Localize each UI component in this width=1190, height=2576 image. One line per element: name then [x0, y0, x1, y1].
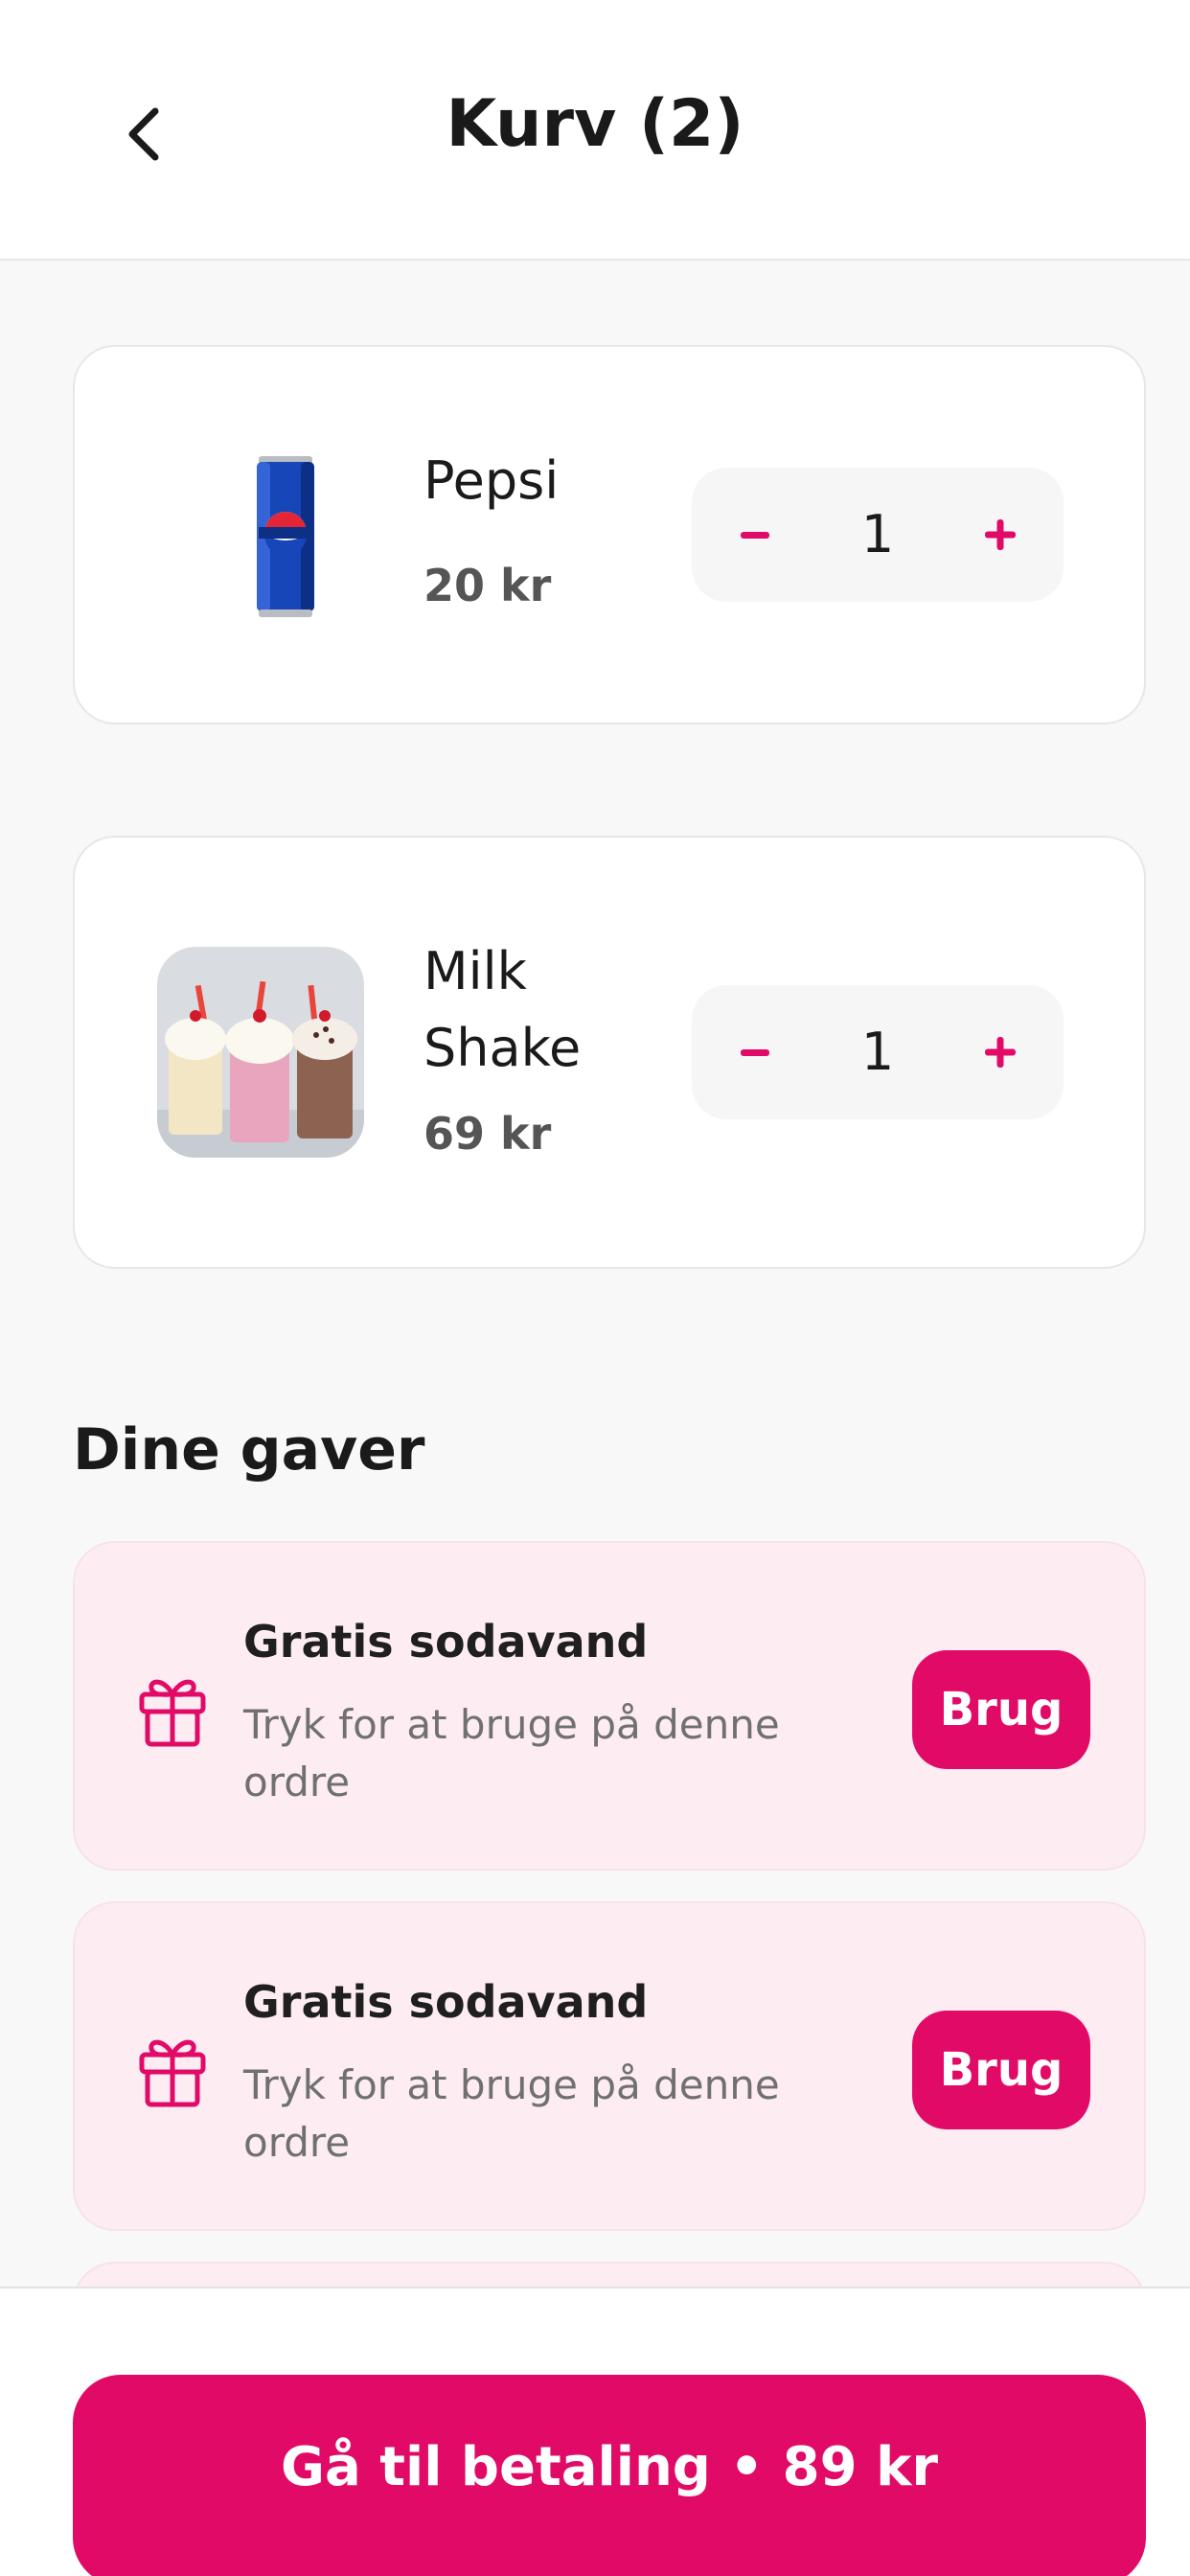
cart-screen: Kurv (2) Pepsi 20 kr 1 Milk Shake 69 kr … — [0, 0, 1190, 2576]
gift-card[interactable]: Gratis sodavand Tryk for at bruge på den… — [73, 1541, 1146, 1871]
gift-icon — [139, 2039, 206, 2107]
minus-icon — [741, 1049, 769, 1056]
gift-title: Gratis sodavand — [243, 1616, 649, 1668]
gift-description: Tryk for at bruge på denne ordre — [243, 1701, 780, 1806]
gift-icon — [139, 1679, 206, 1747]
page-title: Kurv (2) — [446, 86, 744, 162]
product-name: Pepsi — [423, 450, 560, 511]
quantity-stepper: 1 — [692, 985, 1064, 1119]
gifts-section-title: Dine gaver — [73, 1416, 425, 1484]
decrease-button[interactable] — [707, 985, 803, 1119]
quantity-value: 1 — [860, 504, 895, 564]
quantity-stepper: 1 — [692, 468, 1064, 602]
use-gift-button[interactable]: Brug — [912, 1650, 1090, 1769]
footer: Gå til betaling • 89 kr — [0, 2287, 1190, 2576]
cart-item-milkshake: Milk Shake 69 kr 1 — [73, 836, 1146, 1269]
minus-icon — [741, 532, 769, 539]
gift-description: Tryk for at bruge på denne ordre — [243, 2061, 780, 2166]
cart-item-pepsi: Pepsi 20 kr 1 — [73, 345, 1146, 724]
plus-icon — [985, 1037, 1016, 1068]
pepsi-can-image — [218, 452, 353, 621]
increase-button[interactable] — [952, 468, 1048, 602]
decrease-button[interactable] — [707, 468, 803, 602]
increase-button[interactable] — [952, 985, 1048, 1119]
gift-card[interactable]: Gratis sodavand Tryk for at bruge på den… — [73, 1901, 1146, 2231]
plus-icon — [985, 519, 1016, 550]
header: Kurv (2) — [0, 0, 1190, 261]
milkshakes-image — [157, 947, 364, 1158]
checkout-button[interactable]: Gå til betaling • 89 kr — [73, 2375, 1146, 2576]
gift-title: Gratis sodavand — [243, 1976, 649, 2028]
use-gift-button[interactable]: Brug — [912, 2011, 1090, 2129]
quantity-value: 1 — [860, 1022, 895, 1082]
product-price: 20 kr — [423, 560, 552, 611]
product-name: Milk Shake — [423, 941, 582, 1078]
product-price: 69 kr — [423, 1108, 552, 1160]
